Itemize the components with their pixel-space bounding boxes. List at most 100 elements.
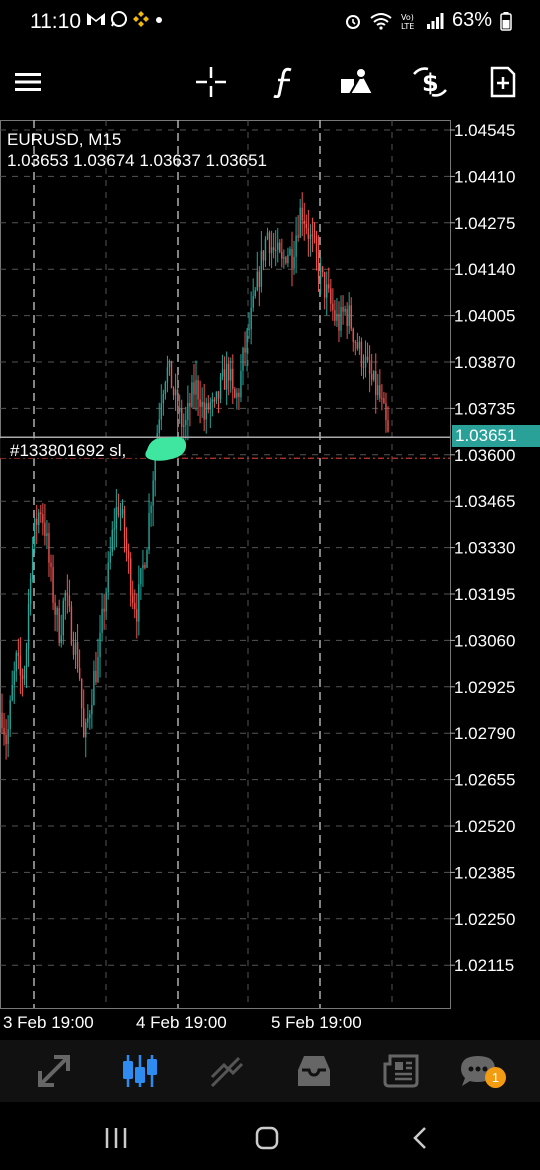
candle-body	[183, 425, 185, 427]
dot-icon	[156, 17, 162, 23]
back-button[interactable]	[400, 1118, 440, 1158]
history-icon	[298, 1056, 330, 1086]
candle-body	[201, 401, 203, 407]
chart-canvas[interactable]: 1.04545 1.04410 1.04275 1.04140 1.04005 1.038…	[0, 119, 540, 1040]
candle-body	[227, 363, 230, 381]
candle-body	[287, 254, 289, 264]
objects-icon	[341, 67, 374, 95]
nav-quotes[interactable]	[29, 1048, 79, 1094]
candle-body	[174, 389, 177, 396]
candle-body	[33, 518, 36, 546]
candle-body	[54, 602, 56, 615]
news-icon	[383, 1054, 419, 1088]
binance-icon	[133, 11, 149, 27]
volte-icon: Vo)LTE	[401, 13, 414, 31]
nav-news[interactable]	[376, 1048, 426, 1094]
candle-body	[219, 376, 222, 399]
candle-body	[338, 313, 340, 331]
candle-body	[197, 380, 199, 400]
candle-body	[187, 402, 189, 420]
home-button[interactable]	[247, 1118, 287, 1158]
candle-body	[5, 734, 7, 745]
menu-button[interactable]	[4, 58, 52, 106]
candle-body	[348, 305, 350, 326]
price-tick-label: 1.04140	[454, 260, 515, 279]
candle-body	[283, 257, 285, 259]
candle-body	[195, 380, 197, 395]
candle-body	[103, 608, 105, 612]
candle-body	[17, 652, 20, 656]
chart-ohlc-values: 1.03653 1.03674 1.03637 1.03651	[7, 151, 267, 170]
candle-body	[346, 309, 348, 326]
svg-text:LTE: LTE	[401, 22, 414, 31]
candle-body	[340, 307, 342, 331]
order-line-label[interactable]: #133801692 sl,	[10, 441, 126, 461]
candle-body	[87, 718, 89, 723]
candle-body	[315, 237, 318, 253]
chat-notification-badge: 1	[485, 1067, 506, 1088]
candle-body	[368, 360, 371, 374]
candle-body	[166, 367, 169, 383]
candle-body	[23, 668, 26, 680]
candle-body	[381, 398, 383, 400]
signal-icon	[426, 12, 444, 29]
candle-body	[234, 388, 236, 398]
candle-body	[272, 247, 275, 251]
candle-body	[178, 408, 181, 413]
nav-trade[interactable]	[202, 1048, 252, 1094]
nav-chart[interactable]	[115, 1048, 165, 1094]
new-order-button[interactable]	[479, 58, 527, 106]
chart-grid	[0, 120, 451, 1009]
candle-body	[221, 369, 224, 377]
candle-body	[385, 403, 387, 421]
nav-history[interactable]	[289, 1048, 339, 1094]
candle-body	[379, 385, 381, 399]
candle-body	[132, 595, 134, 604]
candle-body	[289, 248, 291, 255]
indicators-button[interactable]	[260, 58, 308, 106]
candle-body	[342, 307, 344, 312]
whatsapp-icon	[111, 11, 127, 27]
price-chart[interactable]: 1.04545 1.04410 1.04275 1.04140 1.04005 1.038…	[0, 119, 540, 1040]
candle-body	[240, 370, 242, 398]
status-time: 11:10	[30, 10, 81, 33]
candle-body	[279, 242, 281, 252]
chart-symbol-label: EURUSD, M15	[7, 130, 122, 149]
candle-body	[105, 592, 107, 612]
candle-body	[317, 252, 320, 279]
candle-body	[82, 708, 85, 738]
candle-body	[266, 232, 269, 240]
candle-body	[254, 290, 256, 297]
candle-body	[189, 402, 191, 407]
trade-icon	[210, 1056, 244, 1088]
candle-body	[160, 403, 163, 420]
price-tick-label: 1.03195	[454, 585, 515, 604]
candle-body	[193, 382, 195, 395]
recents-button[interactable]	[96, 1118, 136, 1158]
candle-body	[326, 284, 328, 298]
candle-body	[31, 545, 34, 579]
candle-body	[91, 704, 93, 715]
candle-body	[113, 528, 116, 530]
candle-body	[217, 391, 220, 399]
candle-body	[356, 342, 359, 349]
candle-body	[13, 671, 15, 685]
price-tick-label: 1.03060	[454, 631, 515, 650]
candle-body	[107, 562, 109, 593]
crosshair-button[interactable]	[187, 58, 235, 106]
candle-body	[358, 341, 361, 349]
candle-body	[264, 239, 267, 261]
candle-body	[95, 670, 97, 683]
candle-body	[215, 391, 218, 402]
candle-body	[291, 248, 293, 269]
price-tick-label: 1.04545	[454, 121, 515, 140]
candle-body	[42, 514, 44, 523]
price-tick-label: 1.02385	[454, 863, 515, 882]
candle-body	[354, 341, 357, 343]
objects-button[interactable]	[333, 58, 381, 106]
trade-button[interactable]: $	[406, 58, 454, 106]
candle-body	[207, 403, 209, 410]
candle-body	[362, 366, 365, 368]
candle-body	[213, 399, 216, 402]
candle-body	[299, 207, 301, 238]
